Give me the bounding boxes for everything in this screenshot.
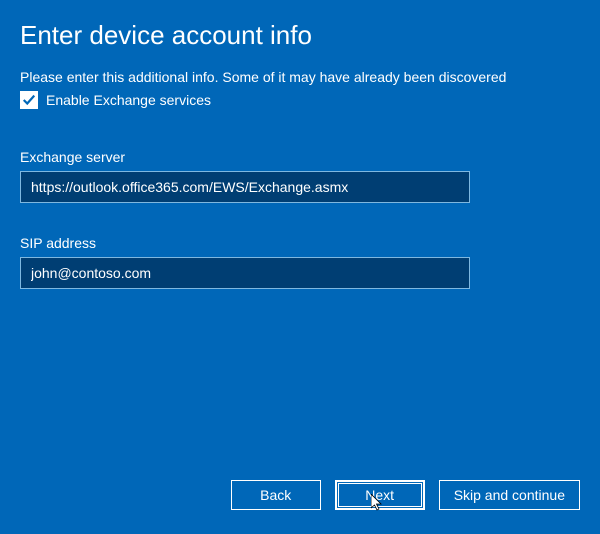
page-title: Enter device account info <box>20 20 580 51</box>
subtitle-text: Please enter this additional info. Some … <box>20 69 580 85</box>
sip-address-field: SIP address <box>20 235 580 289</box>
button-bar: Back Next Skip and continue <box>231 480 580 510</box>
exchange-server-field: Exchange server <box>20 149 580 203</box>
sip-address-input[interactable] <box>20 257 470 289</box>
sip-address-label: SIP address <box>20 235 580 251</box>
next-button-label: Next <box>365 487 394 503</box>
next-button[interactable]: Next <box>335 480 425 510</box>
skip-and-continue-button[interactable]: Skip and continue <box>439 480 580 510</box>
enable-exchange-label: Enable Exchange services <box>46 92 211 108</box>
checkbox-checked-icon[interactable] <box>20 91 38 109</box>
enable-exchange-checkbox-row[interactable]: Enable Exchange services <box>20 91 580 109</box>
exchange-server-input[interactable] <box>20 171 470 203</box>
back-button[interactable]: Back <box>231 480 321 510</box>
exchange-server-label: Exchange server <box>20 149 580 165</box>
